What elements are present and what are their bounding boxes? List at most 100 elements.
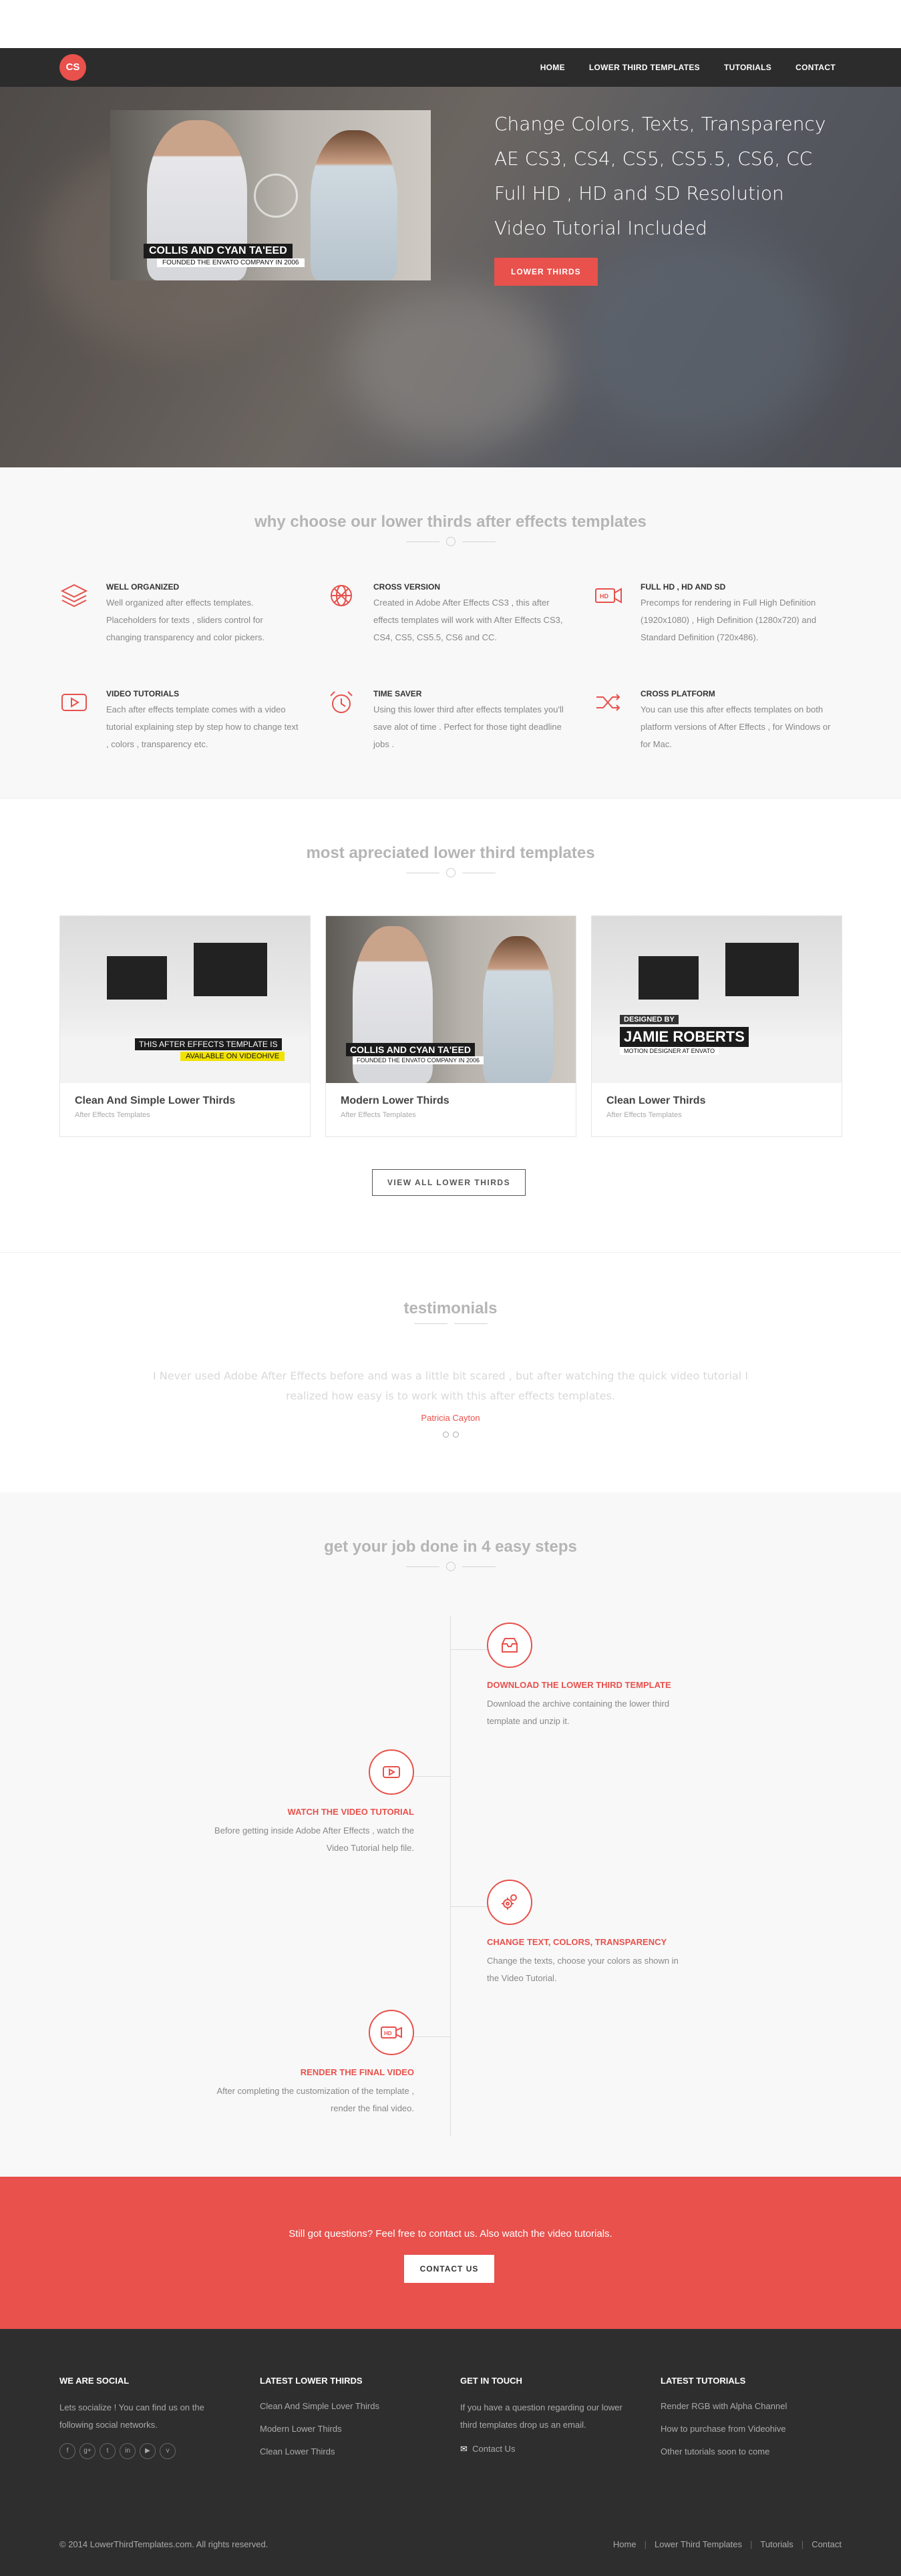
footer-contact-link[interactable]: ✉ Contact Us <box>460 2440 661 2458</box>
footer-link[interactable]: Clean And Simple Lover Thirds <box>260 2398 460 2415</box>
footer-link[interactable]: How to purchase from Videohive <box>661 2420 861 2438</box>
step-title: WATCH THE VIDEO TUTORIAL <box>287 1807 414 1817</box>
feature-item: VIDEO TUTORIALS Each after effects templ… <box>59 688 327 761</box>
footer: WE ARE SOCIAL Lets socialize ! You can f… <box>0 2329 901 2576</box>
feature-item: WELL ORGANIZED Well organized after effe… <box>59 581 327 654</box>
footer-nav-contact[interactable]: Contact <box>812 2539 842 2549</box>
linkedin-icon[interactable]: in <box>120 2443 136 2459</box>
social-icons: f g+ t in ▶ v <box>59 2443 260 2459</box>
hero-line: Video Tutorial Included <box>494 217 707 239</box>
footer-nav: Home | Lower Third Templates | Tutorials | … <box>612 2539 842 2549</box>
preview-lower-third-subtitle: FOUNDED THE ENVATO COMPANY IN 2006 <box>157 258 305 267</box>
thumb-overlay-title: THIS AFTER EFFECTS TEMPLATE IS <box>135 1038 282 1050</box>
features-grid: WELL ORGANIZED Well organized after effe… <box>59 581 841 761</box>
thumb-frame <box>639 956 699 1000</box>
google-plus-icon[interactable]: g+ <box>79 2443 96 2459</box>
footer-heading: LATEST TUTORIALS <box>661 2376 746 2386</box>
steps-title: get your job done in 4 easy steps <box>324 1538 577 1556</box>
footer-nav-lower-third-templates[interactable]: Lower Third Templates <box>655 2539 742 2549</box>
feature-text: Using this lower third after effects tem… <box>373 704 564 749</box>
top-navbar: CS HOME LOWER THIRD TEMPLATES TUTORIALS … <box>0 48 901 87</box>
vimeo-icon[interactable]: v <box>160 2443 176 2459</box>
footer-link[interactable]: Other tutorials soon to come <box>661 2443 861 2460</box>
feature-text: Well organized after effects templates. … <box>106 598 265 642</box>
timeline-connector <box>413 2036 450 2037</box>
preview-person <box>483 936 553 1083</box>
features-title: why choose our lower thirds after effect… <box>254 513 647 531</box>
step-item: CHANGE TEXT, COLORS, TRANSPARENCY Change… <box>487 1880 687 1987</box>
twitter-icon[interactable]: t <box>100 2443 116 2459</box>
step-text: After completing the customization of th… <box>216 2086 414 2113</box>
section-divider <box>0 1323 901 1324</box>
card-category: After Effects Templates <box>606 1111 682 1119</box>
youtube-icon[interactable]: ▶ <box>140 2443 156 2459</box>
footer-contact-column: GET IN TOUCH If you have a question rega… <box>460 2376 661 2466</box>
timeline-line <box>450 1616 451 2137</box>
play-icon[interactable] <box>254 174 298 218</box>
feature-title: TIME SAVER <box>373 689 422 698</box>
feature-text: Each after effects template comes with a… <box>106 704 299 749</box>
portfolio-card[interactable]: DESIGNED BY JAMIE ROBERTS MOTION DESIGNE… <box>591 915 842 1137</box>
feature-text: Precomps for rendering in Full High Defi… <box>641 598 817 642</box>
facebook-icon[interactable]: f <box>59 2443 75 2459</box>
footer-columns: WE ARE SOCIAL Lets socialize ! You can f… <box>59 2376 861 2466</box>
footer-link[interactable]: Modern Lower Thirds <box>260 2420 460 2438</box>
pagination-dot[interactable] <box>442 1432 449 1438</box>
hero-video-preview[interactable]: COLLIS AND CYAN TA'EED FOUNDED THE ENVAT… <box>110 110 431 280</box>
features-section: why choose our lower thirds after effect… <box>0 467 901 798</box>
card-title[interactable]: Clean Lower Thirds <box>606 1095 827 1107</box>
nav-tutorials[interactable]: TUTORIALS <box>724 63 771 72</box>
hd-camera-icon: HD <box>369 2010 414 2055</box>
contact-us-button[interactable]: CONTACT US <box>404 2255 494 2283</box>
preview-lower-third-title: COLLIS AND CYAN TA'EED <box>144 244 293 258</box>
footer-link[interactable]: Clean Lower Thirds <box>260 2443 460 2460</box>
nav-contact[interactable]: CONTACT <box>795 63 836 72</box>
feature-title: VIDEO TUTORIALS <box>106 689 180 698</box>
footer-nav-tutorials[interactable]: Tutorials <box>760 2539 793 2549</box>
footer-link[interactable]: Render RGB with Alpha Channel <box>661 2398 861 2415</box>
timeline-connector <box>451 1649 488 1650</box>
step-text: Before getting inside Adobe After Effect… <box>214 1826 414 1853</box>
footer-contact-label: Contact Us <box>472 2444 516 2454</box>
thumb-frame <box>725 943 799 996</box>
thumb-frame <box>107 956 167 1000</box>
footer-text: If you have a question regarding our low… <box>460 2402 622 2430</box>
logo[interactable]: CS <box>59 54 86 81</box>
nav-home[interactable]: HOME <box>540 63 565 72</box>
portfolio-card[interactable]: THIS AFTER EFFECTS TEMPLATE IS AVAILABLE… <box>59 915 311 1137</box>
card-thumbnail[interactable]: THIS AFTER EFFECTS TEMPLATE IS AVAILABLE… <box>60 916 310 1083</box>
card-title[interactable]: Modern Lower Thirds <box>341 1095 561 1107</box>
feature-text: You can use this after effects templates… <box>641 704 831 749</box>
thumb-overlay-subtitle: FOUNDED THE ENVATO COMPANY IN 2006 <box>353 1056 484 1064</box>
footer-text: Lets socialize ! You can find us on the … <box>59 2402 204 2430</box>
testimonials-section: testimonials I Never used Adobe After Ef… <box>0 1252 901 1492</box>
svg-text:HD: HD <box>600 593 608 600</box>
portfolio-card[interactable]: COLLIS AND CYAN TA'EED FOUNDED THE ENVAT… <box>325 915 576 1137</box>
lower-thirds-button[interactable]: LOWER THIRDS <box>494 258 598 286</box>
card-thumbnail[interactable]: DESIGNED BY JAMIE ROBERTS MOTION DESIGNE… <box>592 916 842 1083</box>
cta-text: Still got questions? Feel free to contac… <box>289 2228 612 2239</box>
thumb-overlay-title: COLLIS AND CYAN TA'EED <box>346 1043 475 1056</box>
hero-copy: Change Colors, Texts, Transparency AE CS… <box>494 107 826 286</box>
feature-item: CROSS VERSION Created in Adobe After Eff… <box>327 581 594 654</box>
testimonial-quote: I Never used Adobe After Effects before … <box>152 1369 749 1402</box>
feature-text: Created in Adobe After Effects CS3 , thi… <box>373 598 563 642</box>
download-box-icon <box>487 1623 532 1668</box>
thumb-overlay-label: DESIGNED BY <box>620 1015 679 1024</box>
section-divider <box>0 868 901 877</box>
section-divider <box>0 537 901 546</box>
thumb-overlay-title: JAMIE ROBERTS <box>620 1027 749 1047</box>
view-all-lower-thirds-button[interactable]: VIEW ALL LOWER THIRDS <box>372 1169 526 1196</box>
main-nav: HOME LOWER THIRD TEMPLATES TUTORIALS CON… <box>540 48 836 87</box>
nav-lower-third-templates[interactable]: LOWER THIRD TEMPLATES <box>589 63 700 72</box>
card-title[interactable]: Clean And Simple Lower Thirds <box>75 1095 295 1107</box>
shuffle-icon <box>596 694 620 711</box>
svg-text:HD: HD <box>384 2030 392 2036</box>
feature-item: TIME SAVER Using this lower third after … <box>327 688 594 761</box>
footer-nav-home[interactable]: Home <box>613 2539 637 2549</box>
feature-title: WELL ORGANIZED <box>106 582 180 592</box>
card-thumbnail[interactable]: COLLIS AND CYAN TA'EED FOUNDED THE ENVAT… <box>326 916 576 1083</box>
card-category: After Effects Templates <box>75 1111 150 1119</box>
footer-heading: GET IN TOUCH <box>460 2376 522 2386</box>
pagination-dot[interactable] <box>452 1432 459 1438</box>
